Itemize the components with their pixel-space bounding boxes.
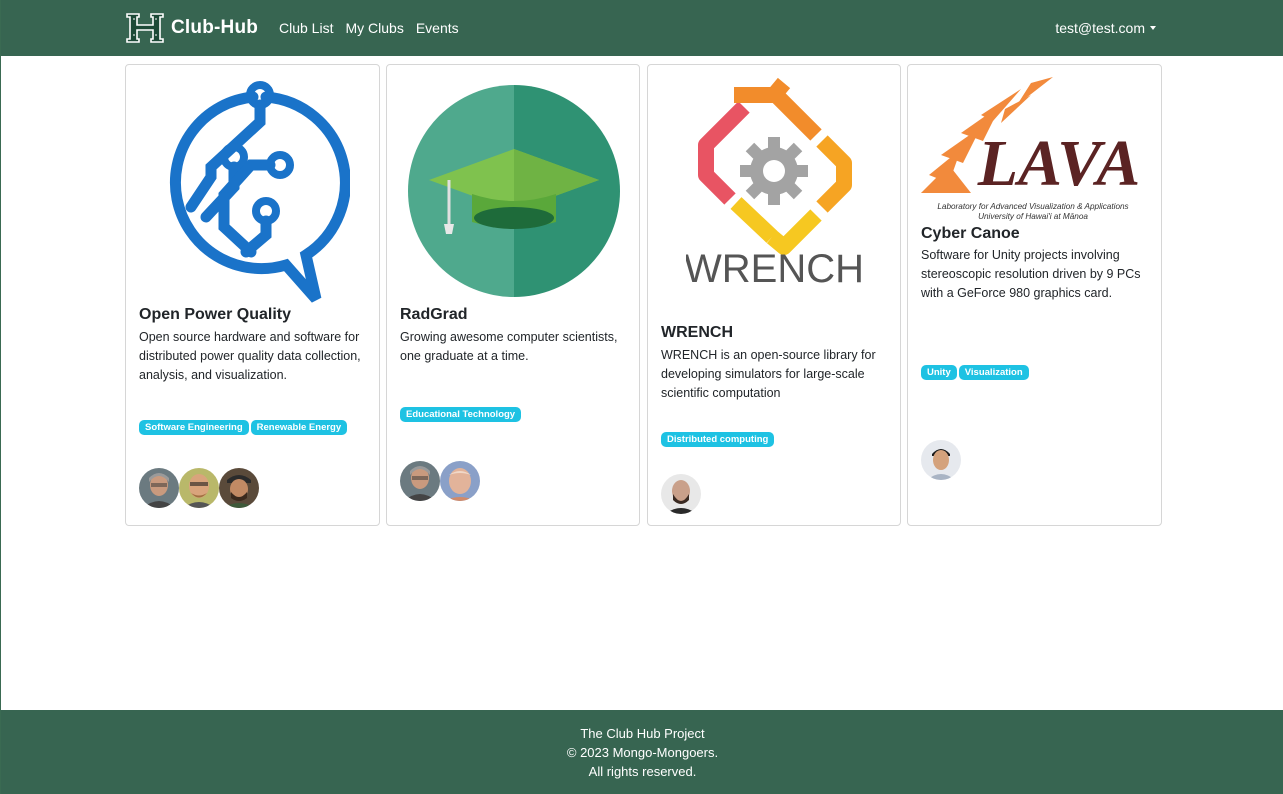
lava-logo-icon: LAVA Laboratory for Advanced Visualizati… <box>921 77 1141 221</box>
uh-h-logo-icon <box>126 13 164 43</box>
user-email: test@test.com <box>1055 20 1145 36</box>
nav-links: Club List My Clubs Events <box>279 20 459 36</box>
brand-name: Club-Hub <box>171 17 259 38</box>
tag-badge[interactable]: Unity <box>921 365 957 380</box>
lava-logo-subtext-1: Laboratory for Advanced Visualization & … <box>937 202 1128 211</box>
member-avatars <box>400 461 480 501</box>
footer-copyright: © 2023 Mongo-Mongoers. <box>566 745 719 760</box>
tag-list: Unity Visualization <box>921 365 1029 380</box>
club-card-cyber-canoe[interactable]: LAVA Laboratory for Advanced Visualizati… <box>907 64 1162 526</box>
card-title: Cyber Canoe <box>921 225 1020 242</box>
tag-list: Educational Technology <box>400 407 522 422</box>
card-description: WRENCH is an open-source library for dev… <box>661 348 876 400</box>
nav-club-list[interactable]: Club List <box>279 20 333 36</box>
footer-rights: All rights reserved. <box>588 764 697 779</box>
avatar[interactable] <box>921 440 961 480</box>
brand[interactable]: Club-Hub <box>125 11 258 45</box>
wrench-logo-text: WRENCH <box>686 247 862 291</box>
tag-badge[interactable]: Educational Technology <box>400 407 522 422</box>
card-title: WRENCH <box>661 324 733 341</box>
card-title: Open Power Quality <box>139 306 292 323</box>
graduation-cap-logo-icon <box>408 85 620 297</box>
tag-list: Distributed computing <box>661 432 775 447</box>
tag-badge[interactable]: Software Engineering <box>139 420 249 435</box>
footer-project-name: The Club Hub Project <box>580 726 705 741</box>
card-description: Growing awesome computer scientists, one… <box>400 330 618 363</box>
tag-list: Software Engineering Renewable Energy <box>139 420 348 435</box>
navbar: Club-Hub Club List My Clubs Events test@… <box>1 0 1283 56</box>
footer: The Club Hub Project © 2023 Mongo-Mongoe… <box>1 710 1283 794</box>
avatar[interactable] <box>400 461 440 501</box>
club-card-open-power-quality[interactable]: Open Power Quality Open source hardware … <box>125 64 380 526</box>
tag-badge[interactable]: Visualization <box>958 365 1029 380</box>
card-title: RadGrad <box>400 306 468 323</box>
lava-logo-subtext-2: University of Hawai'i at Mānoa <box>978 212 1088 221</box>
club-card-wrench[interactable]: WRENCH WRENCH WRENCH is an open-source l… <box>647 64 901 526</box>
user-dropdown[interactable]: test@test.com <box>1055 20 1156 36</box>
avatar[interactable] <box>440 461 480 501</box>
caret-down-icon <box>1150 26 1156 30</box>
member-avatars <box>139 468 259 508</box>
wrench-gear-logo-icon: WRENCH <box>686 77 862 291</box>
avatar[interactable] <box>219 468 259 508</box>
nav-my-clubs[interactable]: My Clubs <box>345 20 403 36</box>
card-description: Open source hardware and software for di… <box>139 330 361 382</box>
club-card-radgrad[interactable]: RadGrad Growing awesome computer scienti… <box>386 64 640 526</box>
card-description: Software for Unity projects involving st… <box>921 248 1141 300</box>
chat-circuit-logo-icon <box>169 81 350 303</box>
tag-badge[interactable]: Distributed computing <box>661 432 775 447</box>
club-cards: Open Power Quality Open source hardware … <box>125 64 1162 527</box>
avatar[interactable] <box>661 474 701 514</box>
avatar[interactable] <box>139 468 179 508</box>
avatar[interactable] <box>179 468 219 508</box>
nav-events[interactable]: Events <box>416 20 459 36</box>
member-avatars <box>921 440 961 480</box>
tag-badge[interactable]: Renewable Energy <box>250 420 348 435</box>
lava-logo-text: LAVA <box>977 127 1141 200</box>
member-avatars <box>661 474 701 514</box>
